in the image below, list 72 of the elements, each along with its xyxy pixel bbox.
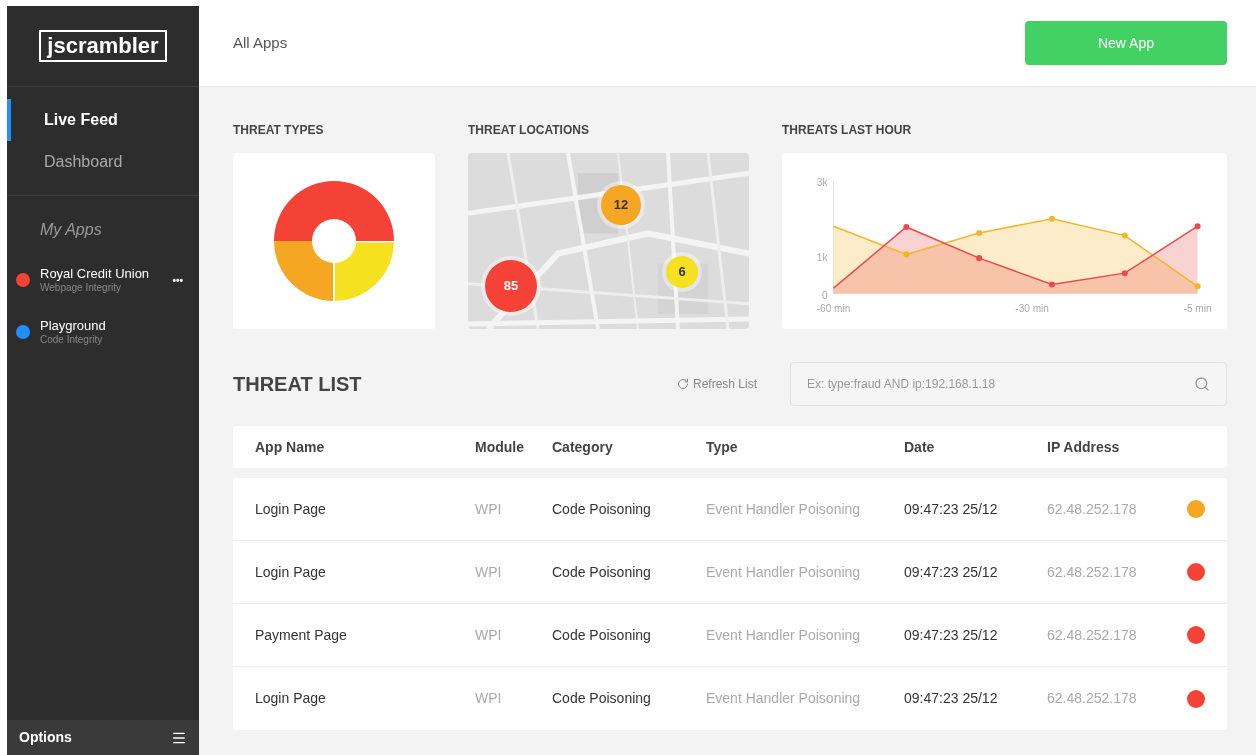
data-point [976, 255, 983, 262]
table-cell-text: WPI [475, 562, 503, 582]
table-cell-text: WPI [475, 689, 503, 708]
table-cell-text: WPI [475, 625, 503, 645]
page-title: All Apps [233, 32, 288, 53]
table-cell-text: Code Poisoning [552, 625, 652, 645]
app-name: Royal Credit Union [40, 266, 151, 282]
table-cell-text: 09:47:23 25/12 [904, 625, 999, 645]
data-point [903, 223, 910, 230]
y-tick-label: 3k [816, 177, 828, 189]
table-cell-text: 62.48.252.178 [1047, 499, 1138, 519]
section-title: THREATS LAST HOUR [782, 122, 913, 139]
table-cell-text: 62.48.252.178 [1047, 562, 1138, 582]
table-cell-text: Login Page [255, 689, 327, 708]
section-heading: My Apps [39, 220, 103, 240]
column-header: Category [552, 437, 614, 457]
table-cell-text: WPI [475, 499, 503, 519]
table-cell-text: Code Poisoning [552, 562, 652, 582]
table-cell-text: Login Page [255, 562, 327, 582]
section-title: THREAT LOCATIONS [468, 122, 590, 139]
data-point [1048, 215, 1055, 222]
section-title: THREAT TYPES [233, 122, 325, 139]
data-point [1048, 281, 1055, 288]
table-row[interactable]: Login Page WPI Code Poisoning Event Handler Poisoning 09:47:23 25/12 62.48.252.178 [233, 541, 1227, 604]
app-module: Webpage Integrity [40, 282, 122, 294]
column-header: Module [475, 437, 525, 457]
app-item[interactable]: Playground Code Integrity [7, 306, 199, 358]
y-tick-label: 0 [821, 289, 828, 301]
y-tick-label: 1k [816, 252, 828, 264]
data-point [1194, 283, 1201, 290]
x-tick-label: -60 min [816, 302, 851, 314]
table-row[interactable]: Login Page WPI Code Poisoning Event Handler Poisoning 09:47:23 25/12 62.48.252.178 [233, 667, 1227, 730]
table-cell-text: Event Handler Poisoning [706, 625, 862, 645]
table-cell-text: 62.48.252.178 [1047, 625, 1138, 645]
table-cell-text: 09:47:23 25/12 [904, 562, 999, 582]
data-point [1121, 232, 1128, 239]
search-input[interactable]: Ex: type:fraud AND ip:192.168.1.18 [807, 375, 1194, 393]
app-module: Code Integrity [40, 334, 104, 346]
table-cell-text: Event Handler Poisoning [706, 562, 862, 582]
map[interactable]: 12 85 6 [468, 153, 749, 329]
table-cell-text: Code Poisoning [552, 689, 652, 708]
nav-item[interactable]: Dashboard [7, 141, 199, 183]
table-cell-text: Login Page [255, 499, 327, 519]
column-header: App Name [255, 437, 326, 457]
refresh-icon [676, 378, 689, 390]
x-tick-label: -5 min [1183, 302, 1212, 314]
table-cell-text: 09:47:23 25/12 [904, 499, 999, 519]
options-bar[interactable]: Options [7, 720, 199, 755]
table-row[interactable]: Login Page WPI Code Poisoning Event Handler Poisoning 09:47:23 25/12 62.48.252.178 [233, 478, 1227, 541]
data-point [976, 229, 983, 236]
options-label: Options [19, 728, 72, 747]
data-point [903, 251, 910, 258]
table-cell-text: Code Poisoning [552, 499, 652, 519]
table-cell-text: Event Handler Poisoning [706, 499, 862, 519]
column-header: Type [706, 437, 739, 457]
column-header: Date [904, 437, 936, 457]
table-row[interactable]: Payment Page WPI Code Poisoning Event Handler Poisoning 09:47:23 25/12 62.48.252.178 [233, 604, 1227, 667]
x-tick-label: -30 min [1015, 302, 1049, 314]
app-item[interactable]: Royal Credit Union Webpage Integrity ••• [7, 254, 199, 306]
app-name: Playground [40, 318, 107, 334]
table-cell-text: 62.48.252.178 [1047, 689, 1138, 708]
search-icon[interactable] [1194, 376, 1210, 392]
data-point [1121, 270, 1128, 277]
column-header: IP Address [1047, 437, 1121, 457]
search-field[interactable]: Ex: type:fraud AND ip:192.168.1.18 [790, 362, 1227, 406]
logo: jscrambler [39, 30, 167, 62]
table-cell-text: Payment Page [255, 625, 348, 645]
data-point [1194, 223, 1201, 230]
section-title: THREAT LIST [233, 372, 363, 397]
table-cell-text: Event Handler Poisoning [706, 689, 862, 708]
more-button[interactable]: ••• [172, 272, 183, 288]
table-cell-text: 09:47:23 25/12 [904, 689, 999, 708]
